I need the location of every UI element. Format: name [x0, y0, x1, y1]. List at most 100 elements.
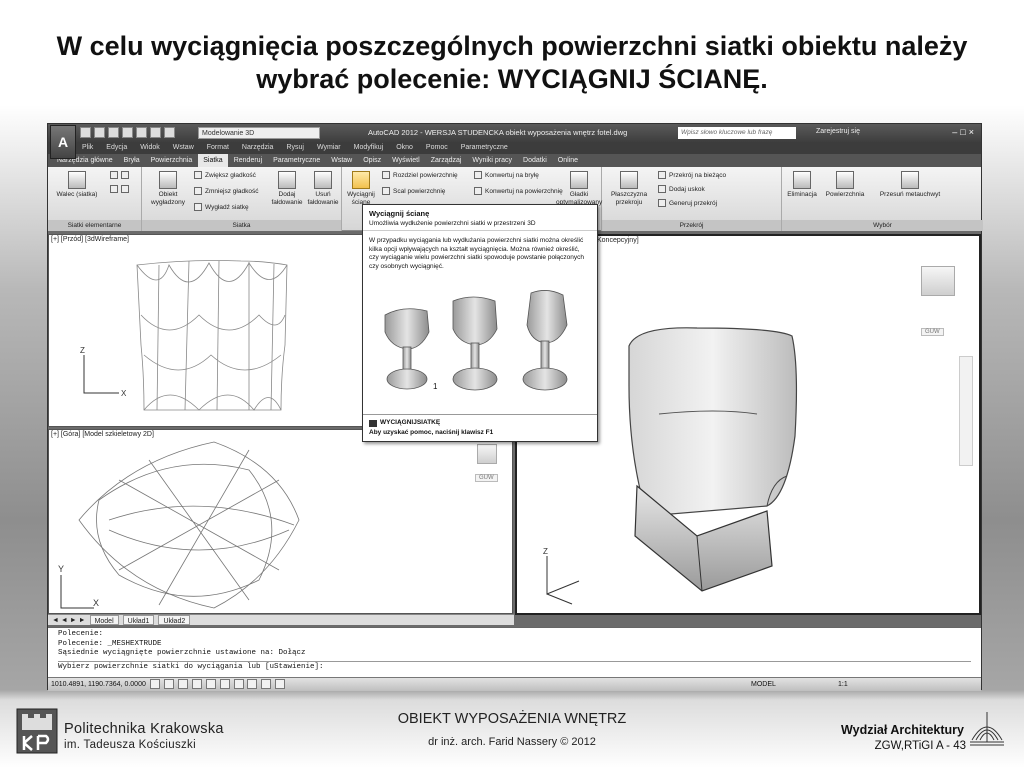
tooltip-command-name: WYCIĄGNIJSIATKĘ — [380, 419, 441, 426]
viewport-top-label[interactable]: [+] [Góra] [Model szkieletowy 2D] — [51, 431, 154, 438]
mesh-cylinder-label: Walec (siatka) — [56, 191, 98, 198]
extrude-face-button[interactable]: Wyciągnij ścianę — [346, 171, 376, 207]
menu-item[interactable]: Wymiar — [317, 142, 341, 154]
keyword-search-input[interactable]: Wpisz słowo kluczowe lub frazę — [678, 127, 796, 139]
grid-toggle[interactable] — [163, 679, 174, 690]
add-jog-button[interactable]: Dodaj uskok — [658, 185, 705, 193]
tab-manage[interactable]: Zarządzaj — [426, 154, 467, 167]
smooth-more-label: Zwiększ gładkość — [205, 171, 256, 179]
faculty-name: Wydział Architektury — [841, 723, 964, 737]
model-space-button[interactable]: MODEL — [751, 678, 776, 692]
wcs-menu[interactable]: GUW — [475, 474, 498, 482]
3dosnap-toggle[interactable] — [219, 679, 230, 690]
convert-surface-label: Konwertuj na powierzchnię — [485, 187, 563, 195]
menu-item[interactable]: Okno — [396, 142, 413, 154]
save-as-icon[interactable] — [122, 127, 133, 138]
tooltip-title: Wyciągnij ścianę — [369, 209, 430, 218]
navigation-bar[interactable] — [959, 356, 973, 466]
menu-item[interactable]: Wstaw — [173, 142, 194, 154]
snap-toggle[interactable] — [149, 679, 160, 690]
refine-mesh-button[interactable]: Wygładź siatkę — [194, 203, 249, 211]
layout-nav-arrows[interactable]: ◄ ◄ ► ► — [52, 615, 86, 625]
viewcube-icon[interactable] — [477, 444, 497, 464]
osnap-toggle[interactable] — [205, 679, 216, 690]
tab-insert[interactable]: Wstaw — [326, 154, 357, 167]
command-line[interactable]: Polecenie: Polecenie: _MESHEXTRUDE Sąsie… — [48, 627, 981, 677]
tab-surface[interactable]: Powierzchnia — [146, 154, 198, 167]
generate-section-label: Generuj przekrój — [669, 199, 718, 207]
tab-addins[interactable]: Dodatki — [518, 154, 552, 167]
tooltip-marker: 1 — [433, 382, 438, 391]
menu-item[interactable]: Plik — [82, 142, 93, 154]
tab-output[interactable]: Wyniki pracy — [467, 154, 517, 167]
open-icon[interactable] — [94, 127, 105, 138]
smooth-object-button[interactable]: Obiekt wygładzony — [146, 171, 190, 207]
section-plane-button[interactable]: Płaszczyzna przekroju — [608, 171, 650, 207]
tab-online[interactable]: Online — [553, 154, 583, 167]
elimination-button[interactable]: Eliminacja — [784, 171, 820, 199]
primitive-tools-2[interactable] — [110, 185, 129, 193]
section-plane-icon — [620, 171, 638, 189]
tab-layout2[interactable]: Układ2 — [158, 615, 191, 625]
menu-item[interactable]: Widok — [140, 142, 159, 154]
menu-item[interactable]: Parametryczne — [461, 142, 508, 154]
application-menu-button[interactable]: A — [50, 125, 76, 159]
viewcube-icon[interactable] — [921, 266, 955, 296]
smooth-less-button[interactable]: Zmniejsz gładkość — [194, 187, 258, 195]
smooth-more-button[interactable]: Zwiększ gładkość — [194, 171, 256, 179]
coordinates-readout[interactable]: 1010.4891, 1190.7364, 0.0000 — [51, 681, 146, 688]
annotation-scale[interactable]: 1:1 — [838, 678, 848, 692]
convert-surface-button[interactable]: Konwertuj na powierzchnię — [474, 187, 563, 195]
tab-view[interactable]: Wyświetl — [387, 154, 425, 167]
lwt-toggle[interactable] — [275, 679, 286, 690]
polar-toggle[interactable] — [191, 679, 202, 690]
viewport-front-label[interactable]: [+] [Przód] [3dWireframe] — [51, 236, 129, 243]
menu-item[interactable]: Edycja — [106, 142, 127, 154]
command-icon — [369, 419, 377, 427]
mesh-cylinder-button[interactable]: Walec (siatka) — [52, 171, 102, 199]
window-controls[interactable]: –□× — [952, 127, 977, 137]
primitive-tools[interactable] — [110, 171, 129, 179]
tab-model[interactable]: Model — [89, 615, 119, 625]
split-face-button[interactable]: Rozdziel powierzchnię — [382, 171, 458, 179]
menu-item[interactable]: Rysuj — [286, 142, 304, 154]
tab-layout1[interactable]: Układ1 — [122, 615, 155, 625]
menu-item[interactable]: Format — [207, 142, 229, 154]
tab-solid[interactable]: Bryła — [119, 154, 145, 167]
tab-mesh[interactable]: Siatka — [198, 154, 228, 167]
tab-annotate[interactable]: Opisz — [358, 154, 386, 167]
save-icon[interactable] — [108, 127, 119, 138]
slide-footer: Politechnika Krakowska im. Tadeusza Kośc… — [0, 700, 1024, 768]
viewport-conceptual-label[interactable]: Koncepcyjny] — [597, 237, 639, 244]
add-crease-button[interactable]: Dodaj fałdowanie — [270, 171, 304, 207]
group-section: Płaszczyzna przekroju Przekrój na bieżąc… — [602, 167, 782, 231]
smooth-optimized-button[interactable]: Gładki optymalizowany — [556, 171, 602, 207]
move-gizmo-button[interactable]: Przesuń metauchwyt — [874, 171, 946, 199]
convert-solid-button[interactable]: Konwertuj na bryłę — [474, 171, 539, 179]
menu-item[interactable]: Pomoc — [426, 142, 448, 154]
surface-selection-button[interactable]: Powierzchnia — [822, 171, 868, 199]
undo-icon[interactable] — [150, 127, 161, 138]
wcs-menu[interactable]: GUW — [921, 328, 944, 336]
live-section-button[interactable]: Przekrój na bieżąco — [658, 171, 726, 179]
login-link[interactable]: Zarejestruj się — [816, 128, 860, 135]
menu-item[interactable]: Narzędzia — [242, 142, 274, 154]
new-icon[interactable] — [80, 127, 91, 138]
ortho-toggle[interactable] — [177, 679, 188, 690]
generate-section-button[interactable]: Generuj przekrój — [658, 199, 717, 207]
viewport-top[interactable]: [+] [Góra] [Model szkieletowy 2D] GUW Y … — [48, 429, 513, 614]
ruled-icon — [121, 185, 129, 193]
otrack-toggle[interactable] — [233, 679, 244, 690]
tab-parametric[interactable]: Parametryczne — [268, 154, 325, 167]
menu-item[interactable]: Modyfikuj — [354, 142, 384, 154]
command-prompt[interactable]: Wybierz powierzchnie siatki do wyciągani… — [58, 660, 971, 673]
dyn-toggle[interactable] — [261, 679, 272, 690]
ducs-toggle[interactable] — [247, 679, 258, 690]
merge-face-button[interactable]: Scal powierzchnię — [382, 187, 445, 195]
command-history-line: Polecenie: _MESHEXTRUDE — [58, 639, 162, 648]
tab-render[interactable]: Renderuj — [229, 154, 267, 167]
workspace-select[interactable]: Modelowanie 3D — [198, 127, 320, 139]
redo-icon[interactable] — [164, 127, 175, 138]
print-icon[interactable] — [136, 127, 147, 138]
remove-crease-button[interactable]: Usuń fałdowanie — [306, 171, 340, 207]
